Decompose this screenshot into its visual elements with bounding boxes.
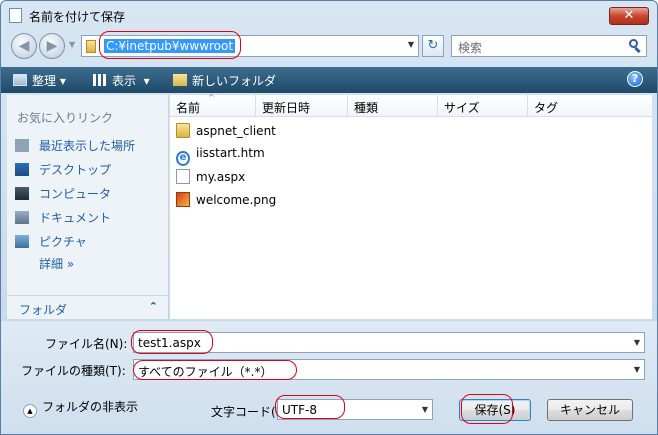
chevron-up-icon[interactable]: ⌃ [149,300,158,313]
filetype-select[interactable]: すべてのファイル（*.*） ▼ [133,359,645,380]
document-icon [176,169,190,184]
file-name: welcome.png [196,193,277,207]
folder-icon [86,40,96,53]
title-bar: 名前を付けて保存 ✕ [1,1,657,29]
save-as-dialog: 名前を付けて保存 ✕ ◀ ▶ ▼ C:¥inetpub¥wwwroot ▼ ↻ … [0,0,658,435]
nav-item-label: ピクチャ [39,235,87,249]
file-row[interactable]: my.aspx [176,169,245,189]
column-label: 種類 [354,101,379,115]
nav-item-recent-places[interactable]: 最近表示した場所 [15,137,135,157]
nav-item-label: ドキュメント [39,211,112,225]
nav-item-label: デスクトップ [39,163,112,177]
search-icon[interactable] [629,39,641,54]
chevron-down-icon[interactable]: ▼ [408,40,414,49]
filename-value[interactable]: test1.aspx [138,336,201,350]
organize-button[interactable]: 整理 ▾ [13,72,66,89]
sort-ascending-icon: ^ [208,93,215,102]
filetype-value: すべてのファイル（*.*） [138,365,273,379]
views-button[interactable]: 表示 ▾ [93,72,150,89]
file-row[interactable]: aspnet_client [176,123,276,143]
image-file-icon [176,192,190,207]
back-button[interactable]: ◀ [11,33,37,59]
column-size[interactable]: サイズ [438,95,528,117]
search-input[interactable]: 検索 [451,35,647,57]
save-button[interactable]: 保存(S) [459,399,531,421]
dialog-title: 名前を付けて保存 [29,10,126,24]
encoding-value: UTF-8 [282,403,317,417]
pictures-icon [15,235,29,248]
file-row[interactable]: welcome.png [176,192,276,212]
documents-icon [15,211,29,224]
desktop-icon [15,163,29,176]
folder-icon [176,123,190,138]
nav-item-label: コンピュータ [39,187,112,201]
new-folder-label: 新しいフォルダ [192,74,277,88]
document-icon [9,8,22,23]
folders-label: フォルダ [19,303,68,317]
column-label: サイズ [444,101,480,115]
chevron-down-icon[interactable]: ▼ [634,365,640,374]
file-name: iisstart.htm [196,146,265,160]
search-placeholder: 検索 [458,41,483,55]
address-bar[interactable]: C:¥inetpub¥wwwroot ▼ [81,35,419,57]
more-links[interactable]: 詳細 » [39,255,74,272]
column-label: タグ [534,101,559,115]
encoding-select[interactable]: UTF-8 ▼ [277,399,433,420]
views-icon [93,74,107,86]
organize-label: 整理 [32,74,57,88]
computer-icon [15,187,29,200]
hide-folders-toggle[interactable]: ▲ フォルダの非表示 [23,398,138,418]
chevron-down-icon[interactable]: ▼ [422,405,428,414]
column-type[interactable]: 種類 [348,95,438,117]
nav-item-documents[interactable]: ドキュメント [15,209,111,229]
file-list: ^ 名前 更新日時 種類 サイズ タグ aspnet_client e iisst… [170,93,652,319]
refresh-button[interactable]: ↻ [422,35,444,57]
folders-toggle[interactable]: フォルダ ⌃ [7,295,168,319]
column-label: 名前 [176,101,201,115]
column-name[interactable]: ^ 名前 [170,93,256,117]
new-folder-icon [173,74,187,86]
column-header-row: ^ 名前 更新日時 種類 サイズ タグ [170,93,652,117]
filetype-label: ファイルの種類(T): [21,364,126,378]
column-tags[interactable]: タグ [528,95,652,117]
navigation-pane: お気に入りリンク 最近表示した場所 デスクトップ コンピュータ ドキュメント ピ… [7,95,169,319]
nav-item-label: 最近表示した場所 [39,139,136,153]
views-label: 表示 [112,74,137,88]
help-icon[interactable]: ? [627,71,643,87]
column-label: 更新日時 [262,101,311,115]
recent-pages-dropdown[interactable]: ▼ [69,40,75,49]
recent-places-icon [15,139,29,152]
filename-field[interactable]: test1.aspx ▼ [133,332,645,353]
address-path[interactable]: C:¥inetpub¥wwwroot [104,39,236,53]
column-modified[interactable]: 更新日時 [256,95,348,117]
new-folder-button[interactable]: 新しいフォルダ [173,72,276,89]
command-bar: 整理 ▾ 表示 ▾ 新しいフォルダ ? [1,67,657,93]
nav-item-computer[interactable]: コンピュータ [15,185,111,205]
close-button[interactable]: ✕ [609,7,649,25]
file-row[interactable]: e iisstart.htm [176,146,265,166]
chevron-up-icon: ▲ [23,404,37,418]
nav-item-desktop[interactable]: デスクトップ [15,161,111,181]
nav-item-pictures[interactable]: ピクチャ [15,233,87,253]
organize-icon [13,74,27,86]
favorite-links-header: お気に入りリンク [17,111,114,125]
save-options-panel: ファイル名(N): test1.aspx ▼ ファイルの種類(T): すべてのフ… [1,321,657,434]
address-row: ◀ ▶ ▼ C:¥inetpub¥wwwroot ▼ ↻ 検索 [1,29,657,63]
html-file-icon: e [176,151,190,166]
file-name: aspnet_client [196,124,276,138]
forward-button[interactable]: ▶ [39,33,65,59]
hide-folders-label: フォルダの非表示 [42,400,139,414]
chevron-down-icon[interactable]: ▼ [634,338,640,347]
file-name: my.aspx [196,170,246,184]
filename-label: ファイル名(N): [45,337,128,351]
cancel-button[interactable]: キャンセル [547,399,633,421]
